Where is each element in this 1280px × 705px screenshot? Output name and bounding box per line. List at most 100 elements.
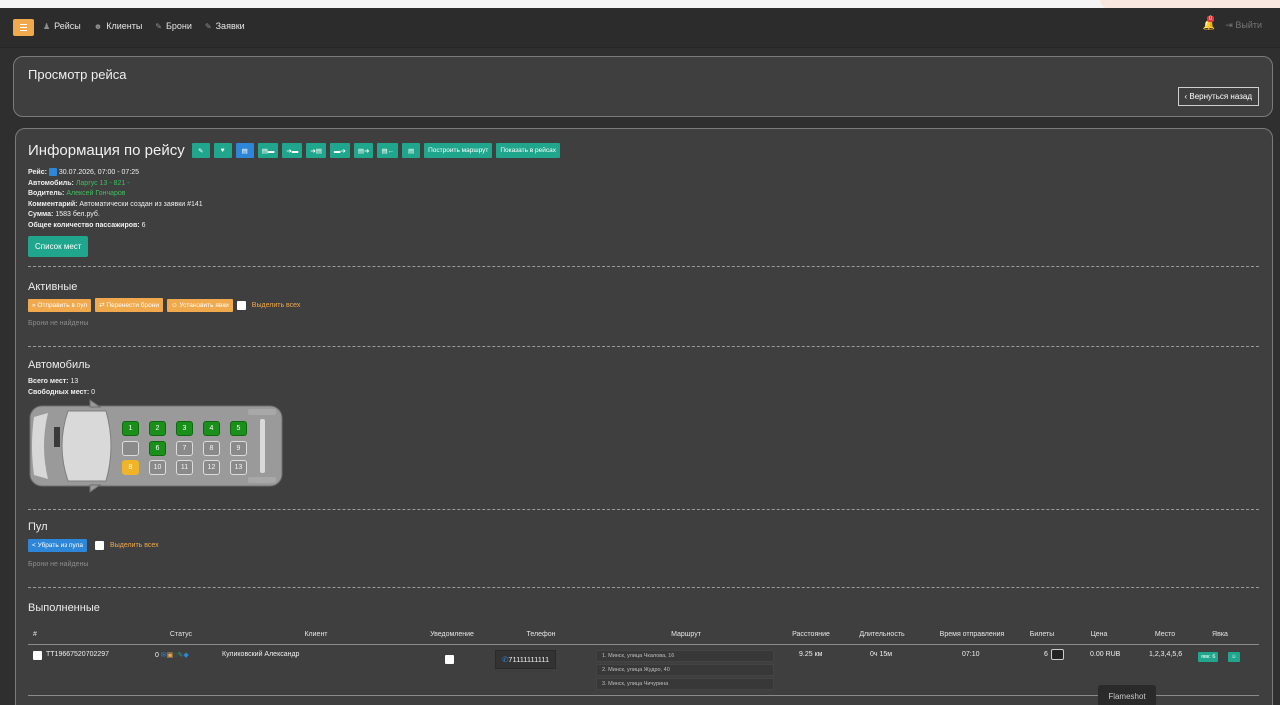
- col-header-tickets: Билеты: [1029, 631, 1055, 638]
- status-comment-icon: ◆: [183, 652, 189, 659]
- notifications-button[interactable]: 🔔 0: [1203, 16, 1215, 31]
- status-count: 0: [155, 652, 159, 659]
- ticket-icon[interactable]: [1051, 649, 1064, 660]
- status-icons: 0 ✉▣◌✎◆: [155, 651, 189, 659]
- route-point: 3. Минск, улица Чичурина: [596, 678, 774, 690]
- attendance-badge[interactable]: явк: 6: [1198, 652, 1219, 662]
- client-name[interactable]: Куликовский Александр: [222, 651, 299, 658]
- nav-item-label: Рейсы: [54, 21, 81, 31]
- seat-8[interactable]: 8: [203, 441, 220, 456]
- nav-item-trips[interactable]: ♟ Рейсы: [43, 21, 81, 31]
- trip-value: 30.07.2026, 07:00 - 07:25: [58, 169, 140, 176]
- tickets-count: 6: [1044, 651, 1048, 658]
- total-seats-value: 13: [70, 378, 79, 385]
- nav-item-bookings[interactable]: ✎ Брони: [155, 21, 192, 31]
- phone-badge[interactable]: ✆71111111111: [495, 650, 557, 669]
- notification-checkbox[interactable]: [445, 655, 454, 664]
- free-seats-line: Свободных мест: 0: [28, 388, 95, 399]
- arrow-file-icon: ➔▤: [310, 147, 322, 155]
- nav-items: ♟ Рейсы ☻ Клиенты ✎ Брони ✎ Заявки: [43, 21, 245, 31]
- divider: [28, 346, 1259, 347]
- file-button[interactable]: ▤: [402, 143, 421, 158]
- free-seats-value: 0: [91, 388, 96, 396]
- select-all-active-checkbox[interactable]: [236, 300, 246, 310]
- seat-6[interactable]: 6: [149, 441, 166, 456]
- set-attendance-button[interactable]: ☺ Установить явки: [166, 298, 233, 312]
- phone-number: 71111111111: [508, 655, 550, 664]
- seat-5[interactable]: 5: [230, 421, 247, 436]
- col-header-route: Маршрут: [671, 631, 701, 638]
- row-checkbox[interactable]: [33, 651, 42, 660]
- edit-trip-button[interactable]: ✎: [191, 143, 210, 158]
- table-row-line: [28, 695, 1259, 696]
- seat-1[interactable]: 1: [122, 421, 139, 436]
- passengers-button[interactable]: ♥: [213, 143, 232, 158]
- nav-item-clients[interactable]: ☻ Клиенты: [94, 21, 143, 31]
- seat-10[interactable]: 10: [149, 460, 166, 475]
- col-header-seat: Место: [1154, 631, 1176, 638]
- seat-11[interactable]: 11: [176, 460, 193, 475]
- seat-13[interactable]: 13: [230, 460, 247, 475]
- route-point: 1. Минск, улица Чкалова, 16: [596, 650, 774, 662]
- users-icon: ♥: [220, 147, 225, 154]
- show-in-trips-button[interactable]: Показать в рейсах: [496, 143, 561, 158]
- comment-value: Автоматически создан из заявки #141: [79, 200, 203, 208]
- car-link[interactable]: Ларгус 13 - 821 -: [76, 180, 130, 187]
- driver-link[interactable]: Алексей Гончаров: [66, 190, 125, 197]
- file-back-icon: ▤←: [381, 147, 395, 155]
- file-export-button[interactable]: ▤➔: [353, 143, 374, 158]
- total-seats-line: Всего мест: 13: [28, 377, 95, 388]
- duration-value: 0ч 15м: [870, 651, 893, 658]
- info-header: Информация по рейсу ✎ ♥ ▤ ▤▬ ➔▬ ➔▤ ▬➔ ▤➔…: [28, 142, 561, 159]
- menu-toggle-button[interactable]: [13, 19, 34, 36]
- file-icon: ▤: [241, 147, 248, 155]
- send-to-pool-button[interactable]: » Отправить в пул: [28, 298, 92, 312]
- seat-2[interactable]: 2: [149, 421, 166, 436]
- back-button[interactable]: ‹ Вернуться назад: [1177, 87, 1259, 106]
- car-info: Всего мест: 13 Свободных мест: 0: [28, 377, 95, 398]
- seats-list-button[interactable]: Список мест: [28, 236, 89, 257]
- active-title: Активные: [28, 281, 78, 293]
- document-button[interactable]: ▤: [235, 143, 254, 158]
- trip-line: Рейс: 30.07.2026, 07:00 - 07:25: [28, 168, 203, 179]
- browser-top-strip: [0, 0, 1280, 8]
- pool-title: Пул: [28, 521, 48, 533]
- info-title: Информация по рейсу: [28, 142, 185, 159]
- move-bookings-button[interactable]: ⇄ Перенести брони: [95, 298, 163, 312]
- print-export-button[interactable]: ▬➔: [329, 143, 350, 158]
- nav-item-label: Клиенты: [106, 21, 143, 31]
- seat-driver[interactable]: 8: [122, 460, 139, 475]
- nav-item-requests[interactable]: ✎ Заявки: [205, 21, 245, 31]
- file-import-button[interactable]: ▤←: [377, 143, 399, 158]
- build-route-button[interactable]: Построить маршрут: [424, 143, 493, 158]
- user-check-icon: ☺: [1231, 654, 1237, 660]
- page-header-panel: Просмотр рейса ‹ Вернуться назад: [13, 56, 1273, 117]
- seat-3[interactable]: 3: [176, 421, 193, 436]
- col-header-departure: Время отправления: [939, 631, 1005, 638]
- print-document-button[interactable]: ▤▬: [257, 143, 279, 158]
- logout-link[interactable]: ⇥ Выйти: [1225, 20, 1262, 31]
- edit-icon: ✎: [204, 21, 212, 31]
- car-label: Автомобиль:: [28, 179, 74, 187]
- select-all-pool-label: Выделить всех: [110, 542, 159, 549]
- free-seats-label: Свободных мест:: [28, 388, 90, 396]
- file-arrow-icon: ▤➔: [357, 147, 370, 155]
- seat-7[interactable]: 7: [176, 441, 193, 456]
- car-seat-map: 1 2 3 4 5 6 7 8 9 8 10 11 12 13: [28, 399, 284, 493]
- seat-4[interactable]: 4: [203, 421, 220, 436]
- attendance-user-button[interactable]: ☺: [1228, 652, 1240, 662]
- logout-label: Выйти: [1235, 20, 1262, 30]
- col-header-notification: Уведомление: [430, 631, 474, 638]
- col-header-client: Клиент: [304, 631, 328, 638]
- move-bookings-label: Перенести брони: [106, 302, 159, 309]
- seat-9[interactable]: 9: [230, 441, 247, 456]
- booking-id[interactable]: TT19667520702297: [46, 651, 109, 658]
- navbar: ♟ Рейсы ☻ Клиенты ✎ Брони ✎ Заявки 🔔 0 ⇥ Выйт…: [0, 8, 1280, 48]
- select-all-pool-checkbox[interactable]: [95, 541, 105, 550]
- seats-value: 1,2,3,4,5,6: [1149, 651, 1183, 658]
- seat-12[interactable]: 12: [203, 460, 220, 475]
- export-file-button[interactable]: ➔▤: [306, 143, 326, 158]
- export-print-button[interactable]: ➔▬: [282, 143, 303, 158]
- remove-from-pool-button[interactable]: < Убрать из пула: [28, 539, 88, 552]
- car-title: Автомобиль: [28, 359, 91, 371]
